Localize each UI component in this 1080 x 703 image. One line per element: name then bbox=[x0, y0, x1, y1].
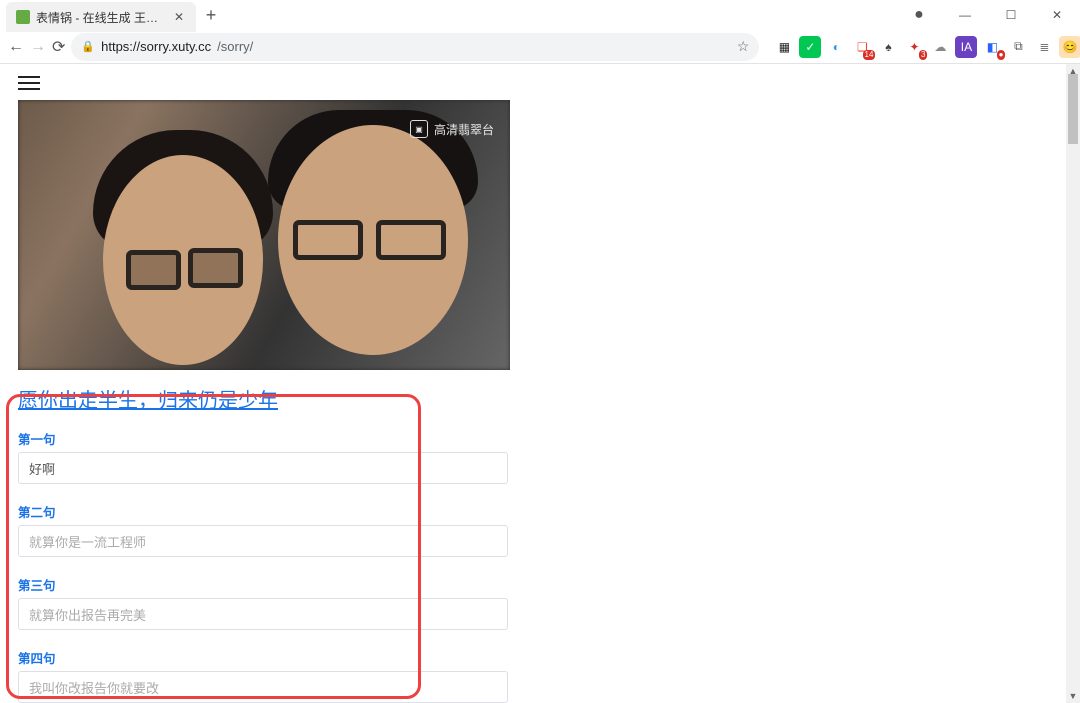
ext-5-icon[interactable]: ♠ bbox=[877, 36, 899, 58]
field-label-4: 第四句 bbox=[18, 648, 508, 667]
ext-8-icon[interactable]: IA bbox=[955, 36, 977, 58]
scroll-down-icon[interactable]: ▼ bbox=[1066, 689, 1080, 703]
reload-button[interactable]: ⟳ bbox=[52, 33, 65, 61]
forward-button: → bbox=[30, 33, 46, 61]
browser-toolbar: ← → ⟳ 🔒 https://sorry.xuty.cc/sorry/ ☆ ▦… bbox=[0, 30, 1080, 64]
scrollbar-track[interactable]: ▲ ▼ bbox=[1066, 64, 1080, 703]
field-label-1: 第一句 bbox=[18, 429, 508, 448]
tvb-logo-icon: ▣ bbox=[410, 120, 428, 138]
page-viewport: ▣ 高清翡翠台 愿你出走半生，归来仍是少年 第一句好啊第二句就算你是一流工程师第… bbox=[0, 64, 1080, 703]
template-title-link[interactable]: 愿你出走半生，归来仍是少年 bbox=[18, 384, 278, 413]
ext-9-icon[interactable]: ◧● bbox=[981, 36, 1003, 58]
incognito-indicator-icon: ● bbox=[896, 0, 942, 30]
favicon-icon bbox=[16, 10, 30, 24]
watermark: ▣ 高清翡翠台 bbox=[410, 120, 494, 138]
field-block-4: 第四句我叫你改报告你就要改 bbox=[18, 648, 508, 703]
tab-title: 表情锅 - 在线生成 王境泽 为所欲 bbox=[36, 9, 166, 26]
caption-form: 第一句好啊第二句就算你是一流工程师第三句就算你出报告再完美第四句我叫你改报告你就… bbox=[18, 429, 508, 703]
close-window-button[interactable]: ✕ bbox=[1034, 0, 1080, 30]
ext-11-icon[interactable]: ≣ bbox=[1033, 36, 1055, 58]
field-block-1: 第一句好啊 bbox=[18, 429, 508, 484]
hamburger-menu-button[interactable] bbox=[18, 72, 40, 94]
ext-4-icon[interactable]: ❏14 bbox=[851, 36, 873, 58]
browser-tab-active[interactable]: 表情锅 - 在线生成 王境泽 为所欲 ✕ bbox=[6, 2, 196, 32]
window-titlebar: 表情锅 - 在线生成 王境泽 为所欲 ✕ + ● — ☐ ✕ bbox=[0, 0, 1080, 30]
lock-icon: 🔒 bbox=[81, 40, 95, 53]
field-label-3: 第三句 bbox=[18, 575, 508, 594]
ext-1-icon[interactable]: ▦ bbox=[773, 36, 795, 58]
ext-3-icon[interactable]: ◐ bbox=[825, 36, 847, 58]
new-tab-button[interactable]: + bbox=[196, 0, 226, 30]
ext-7-icon[interactable]: ☁ bbox=[929, 36, 951, 58]
scrollbar-thumb[interactable] bbox=[1068, 74, 1078, 144]
caption-input-3[interactable]: 就算你出报告再完美 bbox=[18, 598, 508, 630]
address-bar[interactable]: 🔒 https://sorry.xuty.cc/sorry/ ☆ bbox=[71, 33, 759, 61]
ext-2-icon[interactable]: ✓ bbox=[799, 36, 821, 58]
ext-10-icon[interactable]: ⧉ bbox=[1007, 36, 1029, 58]
caption-input-4[interactable]: 我叫你改报告你就要改 bbox=[18, 671, 508, 703]
extensions-area: ▦✓◐❏14♠✦3☁IA◧●⧉≣😊 bbox=[773, 36, 1080, 58]
minimize-button[interactable]: — bbox=[942, 0, 988, 30]
watermark-text: 高清翡翠台 bbox=[434, 121, 494, 138]
caption-input-1[interactable]: 好啊 bbox=[18, 452, 508, 484]
url-host: https://sorry.xuty.cc bbox=[101, 39, 211, 54]
maximize-button[interactable]: ☐ bbox=[988, 0, 1034, 30]
meme-preview-image: ▣ 高清翡翠台 bbox=[18, 100, 510, 370]
field-block-2: 第二句就算你是一流工程师 bbox=[18, 502, 508, 557]
url-path: /sorry/ bbox=[217, 39, 253, 54]
field-block-3: 第三句就算你出报告再完美 bbox=[18, 575, 508, 630]
field-label-2: 第二句 bbox=[18, 502, 508, 521]
caption-input-2[interactable]: 就算你是一流工程师 bbox=[18, 525, 508, 557]
bookmark-star-icon[interactable]: ☆ bbox=[737, 38, 750, 55]
ext-6-icon[interactable]: ✦3 bbox=[903, 36, 925, 58]
ext-avatar-icon[interactable]: 😊 bbox=[1059, 36, 1080, 58]
back-button[interactable]: ← bbox=[8, 33, 24, 61]
close-tab-icon[interactable]: ✕ bbox=[172, 10, 186, 24]
